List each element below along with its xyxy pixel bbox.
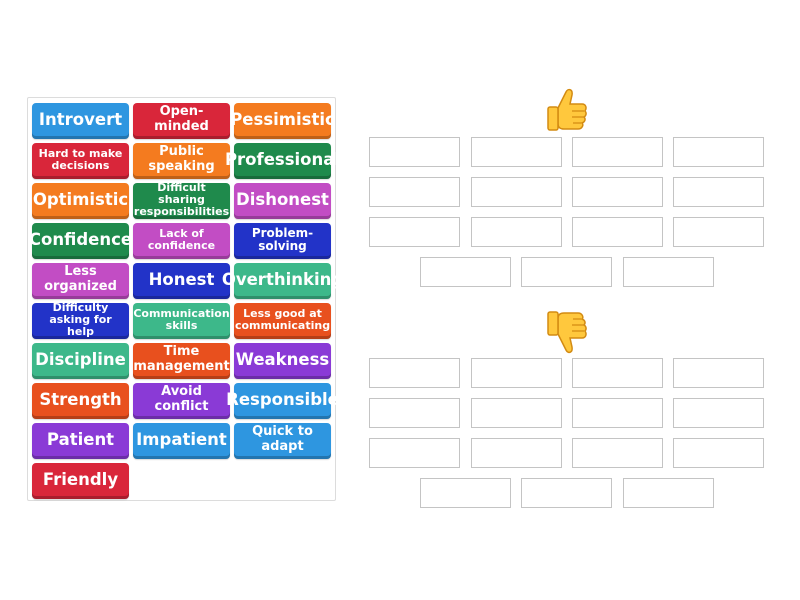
word-tile-open-minded[interactable]: Open-minded <box>133 103 230 139</box>
drop-slot[interactable] <box>420 257 511 287</box>
word-tile-weakness[interactable]: Weakness <box>234 343 331 379</box>
thumbs-down-icon <box>544 308 590 356</box>
word-tile-quick-to-adapt[interactable]: Quick to adapt <box>234 423 331 459</box>
word-tile-problem-solving[interactable]: Problem-solving <box>234 223 331 259</box>
word-tile-discipline[interactable]: Discipline <box>32 343 129 379</box>
drop-slot[interactable] <box>572 217 663 247</box>
word-tile-public-speaking[interactable]: Public speaking <box>133 143 230 179</box>
drop-slot[interactable] <box>369 137 460 167</box>
drop-slot[interactable] <box>673 177 764 207</box>
drop-slot[interactable] <box>521 257 612 287</box>
word-tile-communication-skills[interactable]: Communication skills <box>133 303 230 339</box>
word-bank: Introvert Open-minded Pessimistic Hard to m… <box>27 97 343 501</box>
drop-slot[interactable] <box>521 478 612 508</box>
drop-slot[interactable] <box>673 398 764 428</box>
word-tile-time-management[interactable]: Time management <box>133 343 230 379</box>
drop-slot[interactable] <box>420 478 511 508</box>
word-tile-less-organized[interactable]: Less organized <box>32 263 129 299</box>
drop-slot[interactable] <box>471 438 562 468</box>
drop-slot[interactable] <box>673 438 764 468</box>
drop-slot[interactable] <box>369 217 460 247</box>
word-tile-responsible[interactable]: Responsible <box>226 383 339 419</box>
drop-slot[interactable] <box>471 137 562 167</box>
drop-slot[interactable] <box>471 398 562 428</box>
drop-slot[interactable] <box>369 177 460 207</box>
word-tile-honest[interactable]: Honest <box>133 263 230 299</box>
drop-slot[interactable] <box>471 358 562 388</box>
word-tile-optimistic[interactable]: Optimistic <box>32 183 129 219</box>
thumbs-up-icon <box>544 86 590 134</box>
drop-slot[interactable] <box>369 438 460 468</box>
word-tile-overthinking[interactable]: Overthinking <box>222 263 343 299</box>
drop-slot[interactable] <box>572 358 663 388</box>
word-tile-difficult-sharing-responsibilities[interactable]: Difficult sharing responsibilities <box>133 181 230 219</box>
word-tile-impatient[interactable]: Impatient <box>133 423 230 459</box>
word-tile-patient[interactable]: Patient <box>32 423 129 459</box>
word-tile-pessimistic[interactable]: Pessimistic <box>230 103 335 139</box>
drop-slot[interactable] <box>673 217 764 247</box>
word-tile-lack-of-confidence[interactable]: Lack of confidence <box>133 223 230 259</box>
drop-slot[interactable] <box>572 177 663 207</box>
word-tile-friendly[interactable]: Friendly <box>32 463 129 499</box>
drop-slot[interactable] <box>623 478 714 508</box>
drop-slot[interactable] <box>572 438 663 468</box>
word-tile-less-good-at-communicating[interactable]: Less good at communicating <box>234 303 331 339</box>
word-tile-dishonest[interactable]: Dishonest <box>234 183 331 219</box>
drop-slot[interactable] <box>369 358 460 388</box>
word-tile-strength[interactable]: Strength <box>32 383 129 419</box>
word-tile-hard-to-make-decisions[interactable]: Hard to make decisions <box>32 143 129 179</box>
word-tile-professional[interactable]: Professional <box>225 143 340 179</box>
word-tile-difficulty-asking-for-help[interactable]: Difficulty asking for help <box>32 301 129 339</box>
word-tile-avoid-conflict[interactable]: Avoid conflict <box>133 383 230 419</box>
drop-slot[interactable] <box>623 257 714 287</box>
drop-slot[interactable] <box>673 137 764 167</box>
drop-slot[interactable] <box>673 358 764 388</box>
word-tile-introvert[interactable]: Introvert <box>32 103 129 139</box>
drop-slot[interactable] <box>572 398 663 428</box>
drop-slot[interactable] <box>572 137 663 167</box>
drop-slot[interactable] <box>471 177 562 207</box>
drop-slot[interactable] <box>369 398 460 428</box>
word-tile-confidence[interactable]: Confidence <box>29 223 132 259</box>
drop-slot[interactable] <box>471 217 562 247</box>
